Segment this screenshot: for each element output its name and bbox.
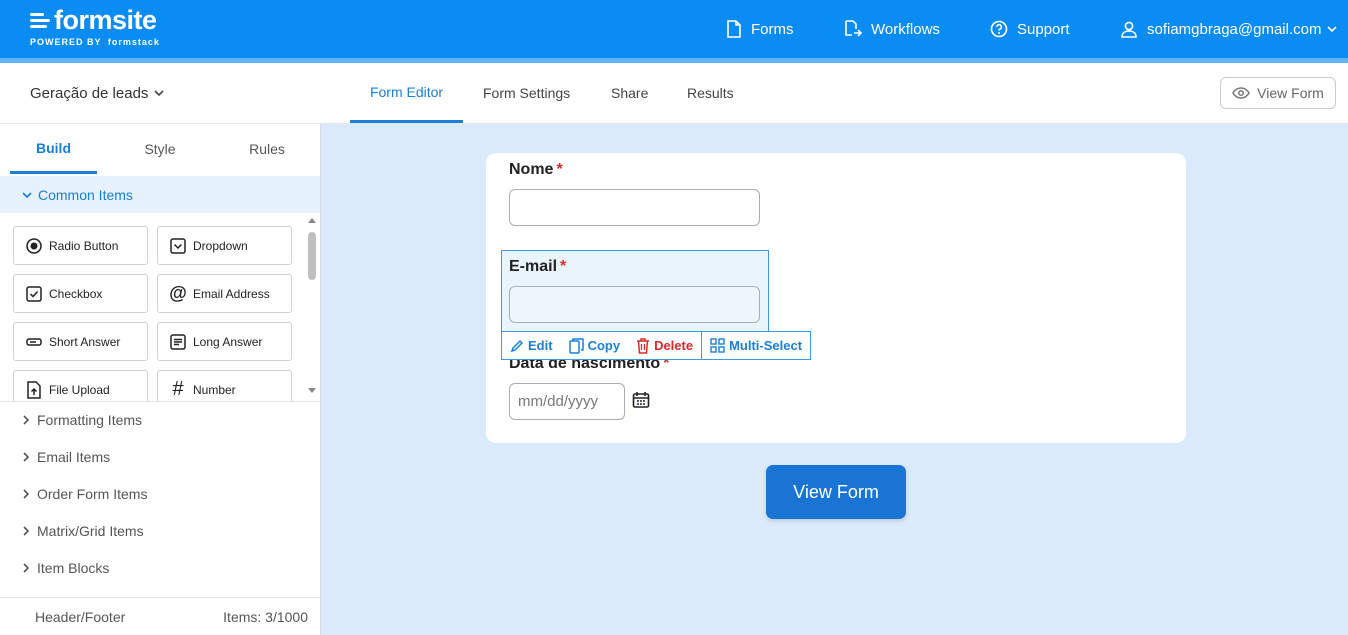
at-icon: @: [169, 283, 187, 303]
field-label-email[interactable]: E-mail *: [509, 258, 566, 276]
help-circle-icon: [990, 20, 1008, 38]
grid-icon: [710, 338, 725, 353]
item-number[interactable]: # Number: [157, 370, 292, 401]
tab-results[interactable]: Results: [687, 63, 734, 123]
chevron-down-icon: [1327, 26, 1338, 33]
form-name-selector[interactable]: Geração de leads: [30, 63, 164, 123]
chevron-right-icon: [23, 489, 30, 499]
scroll-up-arrow-icon[interactable]: [308, 218, 316, 223]
copy-icon: [568, 337, 584, 354]
item-email-address[interactable]: @ Email Address: [157, 274, 292, 313]
form-header: Geração de leads Form Editor Form Settin…: [0, 63, 1348, 124]
chevron-right-icon: [23, 415, 30, 425]
required-mark: *: [560, 258, 567, 275]
tab-build[interactable]: Build: [10, 124, 97, 174]
view-form-button[interactable]: View Form: [766, 465, 906, 519]
date-of-birth-input[interactable]: mm/dd/yyyy: [509, 383, 625, 420]
tab-share[interactable]: Share: [611, 63, 648, 123]
item-long-answer[interactable]: Long Answer: [157, 322, 292, 361]
section-matrix-grid-items[interactable]: Matrix/Grid Items: [22, 521, 144, 541]
tab-style[interactable]: Style: [115, 124, 205, 174]
workflow-icon: [845, 20, 862, 37]
formstack-label: formstack: [107, 37, 160, 47]
brand-name: formsite: [54, 5, 157, 35]
pencil-icon: [510, 339, 524, 352]
section-common-items[interactable]: Common Items: [0, 176, 320, 213]
section-email-items[interactable]: Email Items: [22, 447, 110, 467]
trash-icon: [637, 337, 650, 354]
section-item-blocks[interactable]: Item Blocks: [22, 558, 109, 578]
field-action-toolbar: Edit Copy Delete Multi-Select: [501, 331, 812, 360]
calendar-icon[interactable]: [632, 391, 650, 414]
view-form-header-button[interactable]: View Form: [1220, 77, 1336, 109]
top-navigation-bar: formsite POWERED BY formstack Forms Work…: [0, 0, 1348, 58]
chevron-down-icon: [22, 191, 32, 198]
hash-icon: #: [172, 378, 184, 400]
nome-input[interactable]: [509, 189, 760, 226]
tab-form-settings[interactable]: Form Settings: [483, 63, 570, 123]
panel-footer: Header/Footer Items: 3/1000: [0, 597, 320, 635]
logo-mark-icon: [30, 10, 50, 31]
long-answer-icon: [168, 332, 188, 352]
chevron-down-icon: [154, 90, 164, 97]
user-email: sofiamgbraga@gmail.com: [1147, 20, 1322, 38]
item-file-upload[interactable]: File Upload: [13, 370, 148, 401]
chevron-right-icon: [23, 526, 30, 536]
required-mark: *: [556, 161, 563, 178]
build-panel: Build Style Rules Common Items Radio But…: [0, 124, 321, 635]
chevron-right-icon: [23, 563, 30, 573]
short-answer-icon: [24, 332, 44, 352]
items-count: Items: 3/1000: [223, 608, 308, 625]
nav-workflows[interactable]: Workflows: [844, 0, 940, 58]
divider: [0, 401, 320, 402]
date-placeholder: mm/dd/yyyy: [518, 393, 599, 410]
scroll-down-arrow-icon[interactable]: [308, 388, 316, 393]
common-items-list: Radio Button Dropdown Checkbox @ Email A…: [0, 213, 320, 401]
section-formatting-items[interactable]: Formatting Items: [22, 410, 142, 430]
tab-rules[interactable]: Rules: [222, 124, 312, 174]
user-icon: [1121, 21, 1137, 38]
copy-button[interactable]: Copy: [561, 332, 629, 359]
item-short-answer[interactable]: Short Answer: [13, 322, 148, 361]
header-footer-link[interactable]: Header/Footer: [35, 609, 125, 625]
formsite-logo[interactable]: formsite POWERED BY formstack: [30, 6, 160, 47]
field-label-nome[interactable]: Nome *: [509, 161, 563, 179]
user-menu[interactable]: sofiamgbraga@gmail.com: [1120, 0, 1338, 58]
item-checkbox[interactable]: Checkbox: [13, 274, 148, 313]
nav-forms[interactable]: Forms: [726, 0, 794, 58]
scroll-thumb[interactable]: [308, 232, 316, 280]
item-dropdown[interactable]: Dropdown: [157, 226, 292, 265]
multi-select-button[interactable]: Multi-Select: [702, 332, 810, 359]
tab-form-editor[interactable]: Form Editor: [350, 63, 463, 123]
email-input[interactable]: [509, 286, 760, 323]
chevron-right-icon: [23, 452, 30, 462]
eye-icon: [1232, 87, 1251, 99]
document-icon: [727, 20, 741, 38]
section-order-form-items[interactable]: Order Form Items: [22, 484, 147, 504]
edit-button[interactable]: Edit: [502, 332, 561, 359]
file-upload-icon: [24, 380, 44, 400]
radio-icon: [24, 236, 44, 256]
powered-by: POWERED BY formstack: [30, 37, 160, 47]
items-scrollbar[interactable]: [305, 216, 319, 400]
nav-support[interactable]: Support: [990, 0, 1070, 58]
dropdown-icon: [168, 236, 188, 256]
item-radio-button[interactable]: Radio Button: [13, 226, 148, 265]
delete-button[interactable]: Delete: [628, 332, 701, 359]
checkbox-icon: [24, 284, 44, 304]
